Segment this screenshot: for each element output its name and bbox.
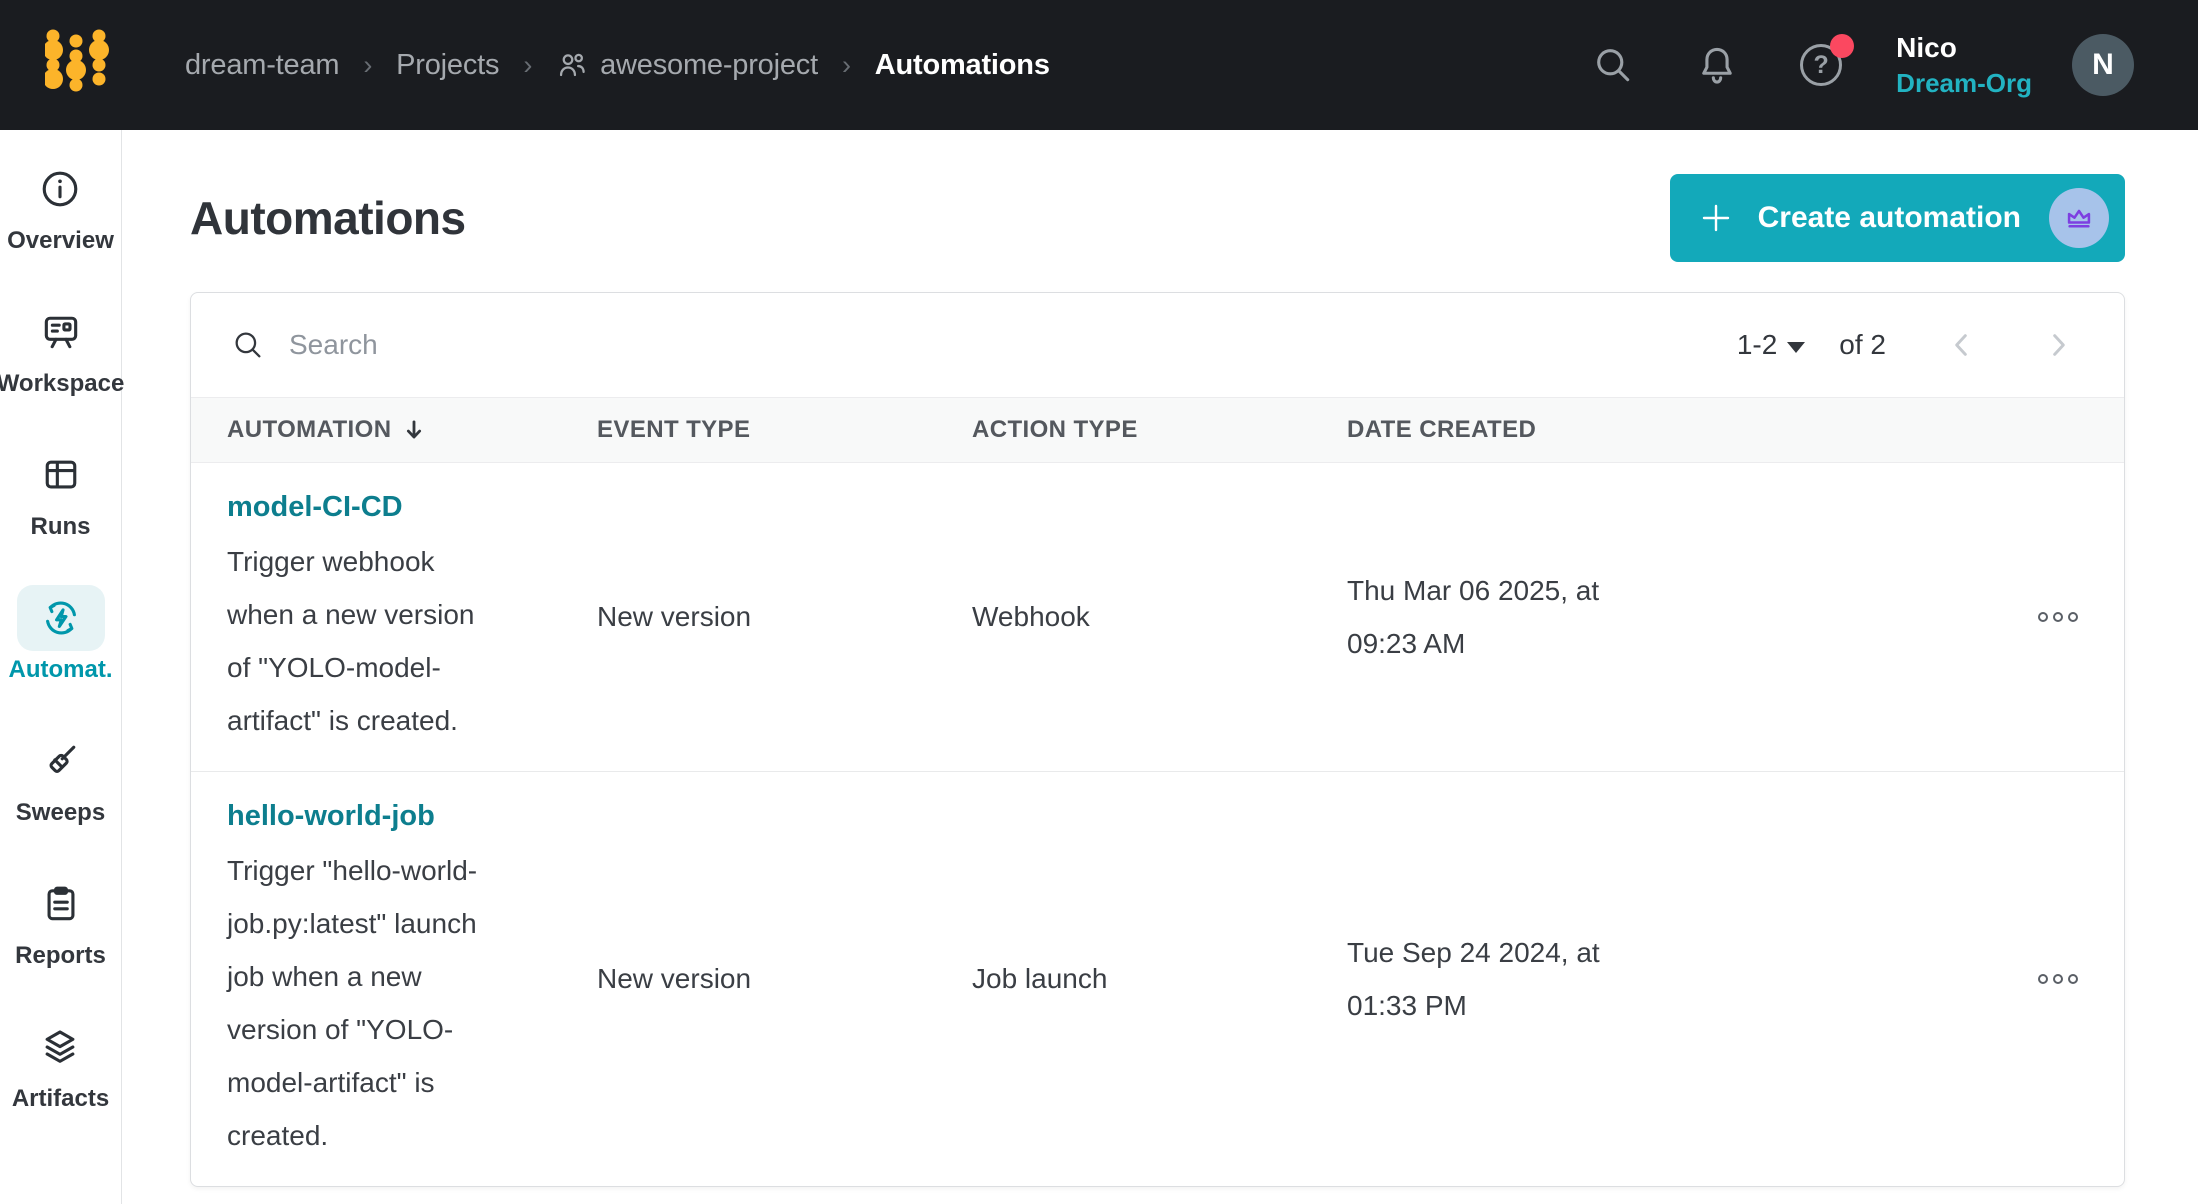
breadcrumb-separator: › [363,50,372,81]
page-range-selector[interactable]: 1-2 [1737,329,1805,361]
search-input[interactable] [289,329,1737,361]
main-content: Automations Create automation [122,130,2198,1204]
next-page-button[interactable] [2038,325,2078,365]
column-header-date-created: DATE CREATED [1347,416,1677,444]
automation-name-link[interactable]: hello-world-job [227,796,435,836]
column-header-event-type: EVENT TYPE [597,416,972,444]
table-header-row: AUTOMATION EVENT TYPE ACTION TYPE DATE C… [191,397,2124,463]
breadcrumb-team[interactable]: dream-team [185,49,339,82]
table-toolbar: 1-2 of 2 [191,293,2124,397]
sidebar-item-reports[interactable]: Reports [15,871,106,970]
breadcrumb: dream-team › Projects › awesome-project … [185,49,1050,82]
premium-badge [2049,188,2109,248]
sidebar-item-label: Runs [31,513,91,541]
pagination: 1-2 of 2 [1737,325,2078,365]
reports-icon [39,882,83,926]
top-navigation-bar: dream-team › Projects › awesome-project … [0,0,2198,130]
search-icon [231,328,265,362]
breadcrumb-projects[interactable]: Projects [396,49,499,82]
user-name: Nico [1896,31,2032,65]
sidebar-item-label: Sweeps [16,799,105,827]
create-automation-button[interactable]: Create automation [1670,174,2125,262]
sort-descending-icon [401,417,427,443]
avatar[interactable]: N [2072,34,2134,96]
automation-description: Trigger webhook when a new version of "Y… [227,535,562,747]
chevron-left-icon [1946,329,1978,361]
sidebar-item-label: Automat. [9,656,113,684]
team-members-icon [556,49,588,81]
table-row: hello-world-job Trigger "hello-world- jo… [191,772,2124,1186]
notification-badge [1830,34,1854,58]
breadcrumb-separator: › [523,50,532,81]
automations-icon [39,596,83,640]
event-type-cell: New version [597,963,972,995]
sidebar-item-label: Reports [15,942,106,970]
date-created-cell: Thu Mar 06 2025, at 09:23 AM [1347,564,1677,670]
workspace-icon [39,310,83,354]
runs-icon [39,453,83,497]
bell-icon [1695,43,1739,87]
artifacts-icon [38,1025,82,1069]
sidebar-item-overview[interactable]: Overview [7,156,114,255]
crown-icon [2062,201,2096,235]
sweeps-icon [38,739,82,783]
action-type-cell: Job launch [972,963,1347,995]
column-header-automation[interactable]: AUTOMATION [227,416,597,444]
sidebar-item-runs[interactable]: Runs [17,442,105,541]
date-created-cell: Tue Sep 24 2024, at 01:33 PM [1347,926,1677,1032]
sidebar-item-label: Overview [7,227,114,255]
previous-page-button[interactable] [1942,325,1982,365]
sidebar-item-label: Workspace [0,370,124,398]
sidebar-item-sweeps[interactable]: Sweeps [16,728,105,827]
automation-description: Trigger "hello-world- job.py:latest" lau… [227,844,562,1162]
project-sidebar: Overview Workspace Runs [0,130,122,1204]
sidebar-item-automations[interactable]: Automat. [9,585,113,684]
wandb-logo-icon[interactable] [45,28,115,102]
notifications-button[interactable] [1694,42,1740,88]
sidebar-item-workspace[interactable]: Workspace [0,299,124,398]
search-button[interactable] [1590,42,1636,88]
nav-actions: ? Nico Dream-Org N [1532,31,2134,100]
user-menu[interactable]: Nico Dream-Org [1896,31,2032,100]
row-overflow-menu-button[interactable] [2038,974,2124,984]
page-title: Automations [190,191,466,245]
table-row: model-CI-CD Trigger webhook when a new v… [191,463,2124,772]
info-icon [38,167,82,211]
sidebar-item-artifacts[interactable]: Artifacts [12,1014,109,1113]
search-icon [1591,43,1635,87]
row-overflow-menu-button[interactable] [2038,612,2124,622]
chevron-right-icon [2042,329,2074,361]
event-type-cell: New version [597,601,972,633]
breadcrumb-project[interactable]: awesome-project [556,49,818,82]
sidebar-item-label: Artifacts [12,1085,109,1113]
caret-down-icon [1787,342,1805,353]
automation-name-link[interactable]: model-CI-CD [227,487,403,527]
column-header-action-type: ACTION TYPE [972,416,1347,444]
user-org: Dream-Org [1896,68,2032,99]
overflow-menu-icon [2038,612,2048,622]
breadcrumb-separator: › [842,50,851,81]
plus-icon [1698,200,1734,236]
help-button[interactable]: ? [1798,42,1844,88]
page-total: of 2 [1839,329,1886,361]
action-type-cell: Webhook [972,601,1347,633]
breadcrumb-current-page: Automations [875,49,1050,82]
overflow-menu-icon [2038,974,2048,984]
automations-table-card: 1-2 of 2 [190,292,2125,1187]
